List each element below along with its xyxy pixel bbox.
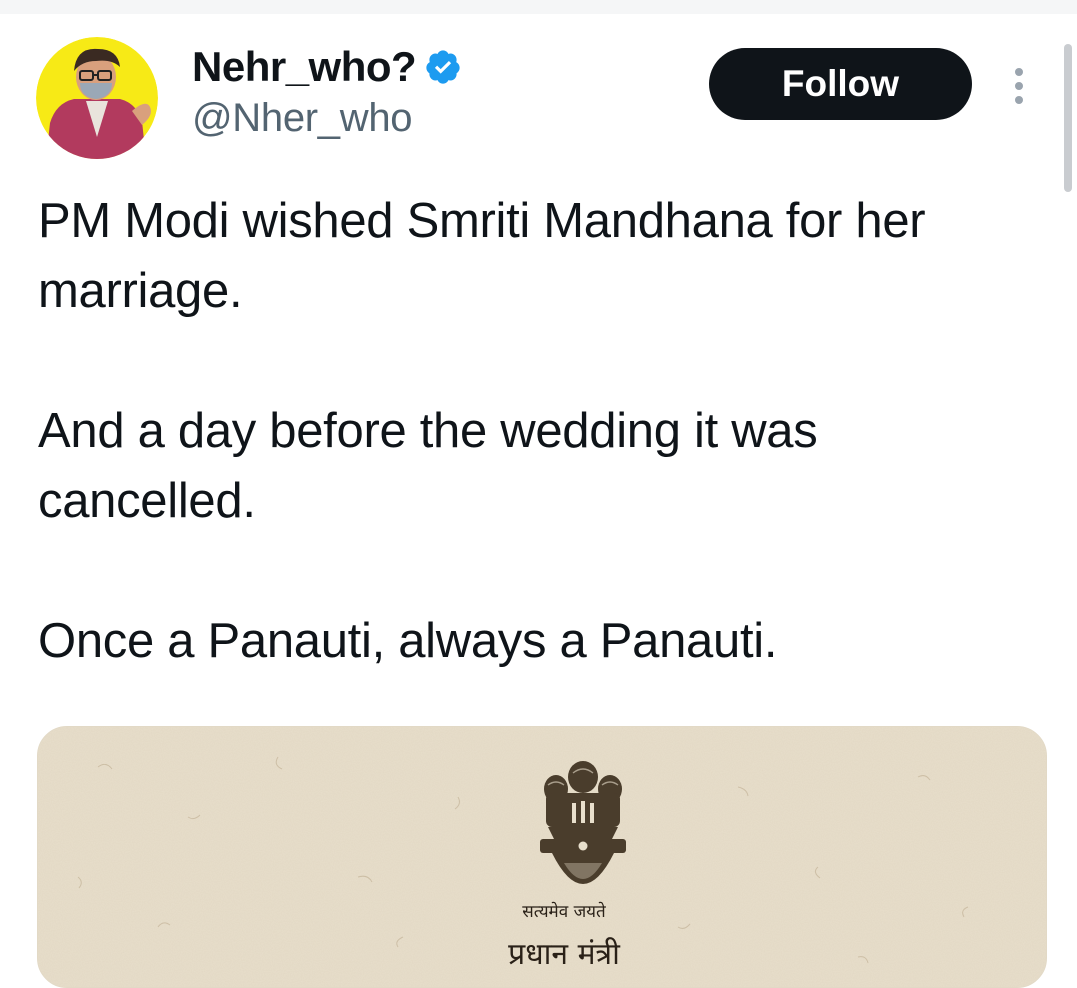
more-options-button[interactable] [1004, 62, 1034, 110]
scrollbar-thumb[interactable] [1064, 44, 1072, 192]
avatar-image [36, 37, 158, 159]
verified-badge-icon [424, 48, 462, 86]
tweet-paragraph: PM Modi wished Smriti Mandhana for her m… [38, 194, 926, 318]
tweet-paragraph: And a day before the wedding it was canc… [38, 404, 818, 528]
emblem-motto: सत्यमेव जयते [522, 902, 606, 922]
follow-button[interactable]: Follow [709, 48, 972, 120]
tweet-text: PM Modi wished Smriti Mandhana for her m… [38, 186, 1028, 676]
author-name-row: Nehr_who? [192, 40, 462, 94]
top-strip [0, 0, 1077, 14]
more-vertical-icon [1015, 68, 1023, 104]
author-handle[interactable]: @Nher_who [192, 96, 413, 141]
avatar[interactable] [36, 37, 158, 159]
display-name[interactable]: Nehr_who? [192, 43, 417, 91]
tweet-media-image[interactable]: सत्यमेव जयते प्रधान मंत्री [37, 726, 1047, 988]
office-title: प्रधान मंत्री [508, 937, 620, 972]
tweet-paragraph: Once a Panauti, always a Panauti. [38, 614, 778, 668]
